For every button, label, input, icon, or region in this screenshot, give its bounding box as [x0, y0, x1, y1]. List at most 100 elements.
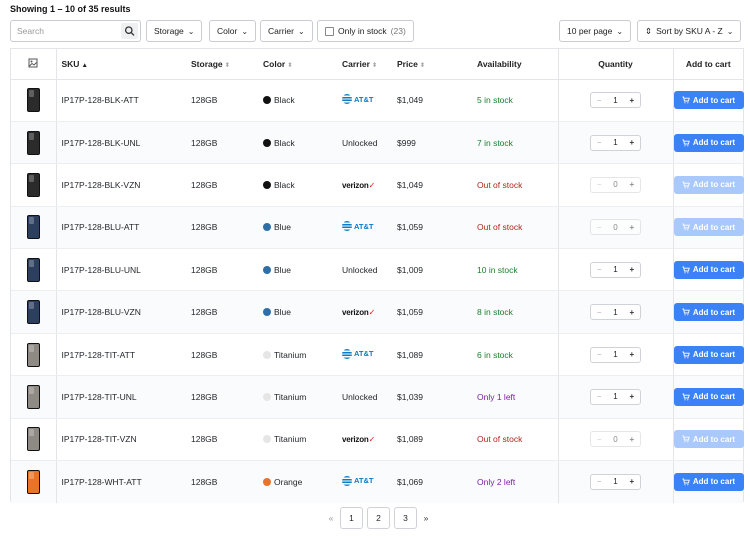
sku-column-header[interactable]: SKU ▲ — [56, 49, 186, 80]
product-image-cell — [11, 163, 57, 207]
plus-icon[interactable]: + — [624, 435, 640, 444]
quantity-value[interactable]: 0 — [607, 435, 623, 444]
quantity-cell: −0 + — [557, 163, 673, 207]
per-page-dropdown[interactable]: 10 per page ⌄ — [559, 20, 632, 42]
add-to-cart-button[interactable]: Add to cart — [673, 430, 744, 449]
sort-label: Sort by SKU A - Z — [656, 26, 723, 36]
color-cell: Black — [258, 121, 337, 165]
plus-icon[interactable]: + — [624, 392, 640, 401]
plus-icon[interactable]: + — [624, 477, 640, 486]
plus-icon[interactable]: + — [624, 350, 640, 359]
add-to-cart-button[interactable]: Add to cart — [673, 133, 744, 152]
add-to-cart-label: Add to cart — [692, 434, 736, 444]
plus-icon[interactable]: + — [624, 308, 640, 317]
quantity-stepper[interactable]: −1 + — [590, 346, 641, 363]
minus-icon[interactable]: − — [591, 392, 607, 401]
quantity-value[interactable]: 0 — [607, 180, 623, 189]
page-3-button[interactable]: 3 — [394, 507, 417, 529]
quantity-stepper[interactable]: −1 + — [590, 134, 641, 151]
storage-cell: 128GB — [186, 418, 258, 462]
add-to-cart-label: Add to cart — [692, 350, 736, 360]
minus-icon[interactable]: − — [591, 223, 607, 232]
quantity-value[interactable]: 1 — [607, 350, 623, 359]
quantity-stepper[interactable]: −1 + — [590, 261, 641, 278]
add-to-cart-button[interactable]: Add to cart — [673, 260, 744, 279]
att-logo: AT&T — [342, 221, 373, 232]
in-stock-checkbox[interactable] — [325, 26, 334, 36]
color-swatch — [263, 350, 271, 359]
phone-thumbnail — [26, 172, 40, 197]
storage-cell: 128GB — [186, 248, 258, 292]
storage-cell: 128GB — [186, 79, 258, 122]
plus-icon[interactable]: + — [624, 265, 640, 274]
verizon-check-icon: ✓ — [368, 435, 376, 445]
quantity-value[interactable]: 1 — [607, 308, 623, 317]
plus-icon[interactable]: + — [624, 223, 640, 232]
sku-cell: IP17P-128-BLU-VZN — [56, 290, 186, 334]
price-column-header[interactable]: Price ⬍ — [392, 49, 472, 80]
in-stock-toggle[interactable]: Only in stock (23) — [317, 20, 414, 42]
add-to-cart-button[interactable]: Add to cart — [673, 175, 744, 194]
carrier-cell: verizon✓ — [337, 163, 392, 207]
quantity-stepper[interactable]: −1 + — [590, 473, 641, 490]
verizon-logo: verizon✓ — [342, 308, 375, 317]
quantity-cell: −1 + — [557, 333, 673, 377]
cart-icon — [682, 351, 690, 358]
add-to-cart-button[interactable]: Add to cart — [673, 345, 744, 364]
quantity-value[interactable]: 1 — [607, 265, 623, 274]
storage-column-header[interactable]: Storage ⬍ — [186, 49, 258, 80]
add-to-cart-button[interactable]: Add to cart — [673, 218, 744, 237]
storage-cell: 128GB — [186, 163, 258, 207]
color-label: Blue — [274, 222, 292, 233]
quantity-stepper[interactable]: −0 + — [590, 431, 641, 448]
minus-icon[interactable]: − — [591, 477, 607, 486]
color-cell: Titanium — [258, 333, 337, 377]
minus-icon[interactable]: − — [591, 265, 607, 274]
sort-dropdown[interactable]: ⇕ Sort by SKU A - Z ⌄ — [637, 20, 742, 42]
carrier-cell: AT&T — [337, 79, 392, 122]
quantity-stepper[interactable]: −1 + — [590, 92, 641, 109]
prev-page-button[interactable]: « — [326, 513, 336, 523]
minus-icon[interactable]: − — [591, 435, 607, 444]
add-to-cart-button[interactable]: Add to cart — [673, 303, 744, 322]
quantity-stepper[interactable]: −1 + — [590, 304, 641, 321]
color-column-header[interactable]: Color ⬍ — [258, 49, 337, 80]
carrier-filter-dropdown[interactable]: Carrier ⌄ — [260, 20, 313, 42]
carrier-column-header[interactable]: Carrier ⬍ — [337, 49, 392, 80]
storage-filter-dropdown[interactable]: Storage ⌄ — [146, 20, 203, 42]
plus-icon[interactable]: + — [624, 138, 640, 147]
quantity-value[interactable]: 1 — [607, 138, 623, 147]
minus-icon[interactable]: − — [591, 308, 607, 317]
color-cell: Titanium — [258, 418, 337, 462]
minus-icon[interactable]: − — [591, 180, 607, 189]
quantity-stepper[interactable]: −1 + — [590, 388, 641, 405]
quantity-stepper[interactable]: −0 + — [590, 176, 641, 193]
color-filter-dropdown[interactable]: Color ⌄ — [209, 20, 257, 42]
quantity-value[interactable]: 0 — [607, 223, 623, 232]
page-2-button[interactable]: 2 — [367, 507, 390, 529]
add-to-cart-label: Add to cart — [692, 265, 736, 275]
sort-icon: ⬍ — [287, 61, 293, 69]
quantity-stepper[interactable]: −0 + — [590, 219, 641, 236]
quantity-value[interactable]: 1 — [607, 392, 623, 401]
product-image-cell — [11, 418, 57, 462]
plus-icon[interactable]: + — [624, 180, 640, 189]
quantity-value[interactable]: 1 — [607, 96, 623, 105]
search-button[interactable] — [121, 23, 138, 39]
minus-icon[interactable]: − — [591, 96, 607, 105]
page-1-button[interactable]: 1 — [340, 507, 363, 529]
next-page-button[interactable]: » — [421, 513, 431, 523]
add-to-cart-button[interactable]: Add to cart — [673, 387, 744, 406]
add-to-cart-button[interactable]: Add to cart — [673, 91, 744, 110]
search-input[interactable] — [11, 21, 121, 41]
table-row: IP17P-128-WHT-ATT 128GB Orange AT&T $1,069 On… — [11, 460, 744, 503]
phone-thumbnail — [26, 215, 40, 240]
plus-icon[interactable]: + — [624, 96, 640, 105]
price-cell: $1,049 — [392, 163, 472, 207]
quantity-value[interactable]: 1 — [607, 477, 623, 486]
minus-icon[interactable]: − — [591, 138, 607, 147]
add-to-cart-button[interactable]: Add to cart — [673, 472, 744, 491]
color-swatch — [263, 308, 271, 317]
minus-icon[interactable]: − — [591, 350, 607, 359]
image-icon — [28, 58, 38, 68]
